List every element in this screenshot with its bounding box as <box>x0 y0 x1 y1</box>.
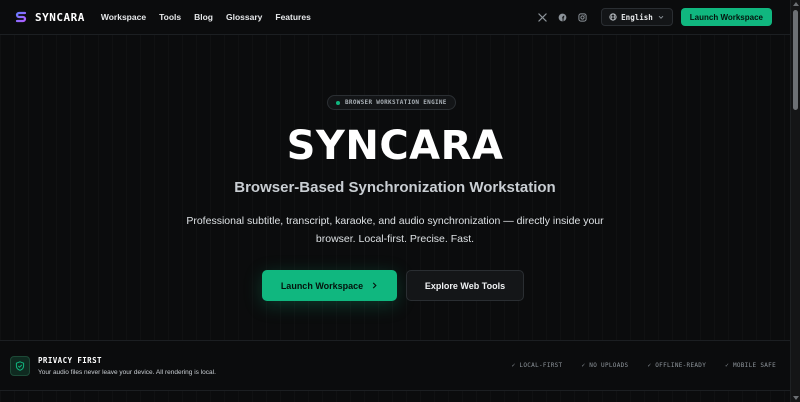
privacy-description: Your audio files never leave your device… <box>38 368 216 376</box>
language-label: English <box>621 12 653 22</box>
social-links <box>538 12 587 22</box>
privacy-title: PRIVACY FIRST <box>38 355 102 365</box>
page-scrollbar[interactable] <box>790 0 800 402</box>
chevron-down-icon <box>658 15 664 19</box>
explore-web-tools-button[interactable]: Explore Web Tools <box>406 270 524 301</box>
feature-list: ✓ LOCAL-FIRST ✓ NO UPLOADS ✓ OFFLINE-REA… <box>512 362 776 369</box>
nav-right: English Launch Workspace <box>538 8 772 26</box>
hero-section: BROWSER WORKSTATION ENGINE SYNCARA Brows… <box>0 35 790 340</box>
hero-title: SYNCARA <box>286 123 504 169</box>
nav-link-features[interactable]: Features <box>275 12 310 22</box>
brand-name: SYNCARA <box>35 10 85 24</box>
scroll-up-arrow-icon[interactable] <box>793 2 799 6</box>
launch-workspace-label: Launch Workspace <box>280 280 364 291</box>
chevron-right-icon <box>372 282 377 289</box>
feature-mobile-safe: ✓ MOBILE SAFE <box>725 362 776 369</box>
globe-icon <box>609 13 617 21</box>
language-selector[interactable]: English <box>601 8 673 26</box>
facebook-icon[interactable] <box>558 13 567 22</box>
nav-link-glossary[interactable]: Glossary <box>226 12 262 22</box>
feature-local-first: ✓ LOCAL-FIRST <box>511 362 563 369</box>
syncara-logo-icon <box>15 11 27 23</box>
shield-check-icon <box>15 360 25 371</box>
nav-link-workspace[interactable]: Workspace <box>101 12 146 22</box>
privacy-text: PRIVACY FIRST Your audio files never lea… <box>38 356 216 376</box>
launch-workspace-button[interactable]: Launch Workspace <box>262 270 397 301</box>
scroll-down-arrow-icon[interactable] <box>793 396 799 400</box>
nav-links: Workspace Tools Blog Glossary Features <box>101 12 311 22</box>
brand-logo[interactable]: SYNCARA <box>14 10 85 24</box>
status-dot-icon <box>336 100 340 105</box>
feature-no-uploads: ✓ NO UPLOADS <box>581 362 629 369</box>
hero-description: Professional subtitle, transcript, karao… <box>186 215 604 245</box>
hero-badge: BROWSER WORKSTATION ENGINE <box>327 95 456 110</box>
badge-label: BROWSER WORKSTATION ENGINE <box>345 99 447 106</box>
hero-subtitle: Browser-Based Synchronization Workstatio… <box>234 179 556 196</box>
scrollbar-thumb[interactable] <box>793 10 798 110</box>
top-navigation: SYNCARA Workspace Tools Blog Glossary Fe… <box>0 0 790 35</box>
privacy-strip: PRIVACY FIRST Your audio files never lea… <box>0 340 790 391</box>
instagram-icon[interactable] <box>578 12 587 22</box>
privacy-shield <box>10 355 30 376</box>
x-icon[interactable] <box>538 12 547 22</box>
nav-link-blog[interactable]: Blog <box>194 12 213 22</box>
feature-offline-ready: ✓ OFFLINE-READY <box>647 362 707 369</box>
nav-link-tools[interactable]: Tools <box>159 12 181 22</box>
nav-launch-workspace-button[interactable]: Launch Workspace <box>680 8 772 26</box>
